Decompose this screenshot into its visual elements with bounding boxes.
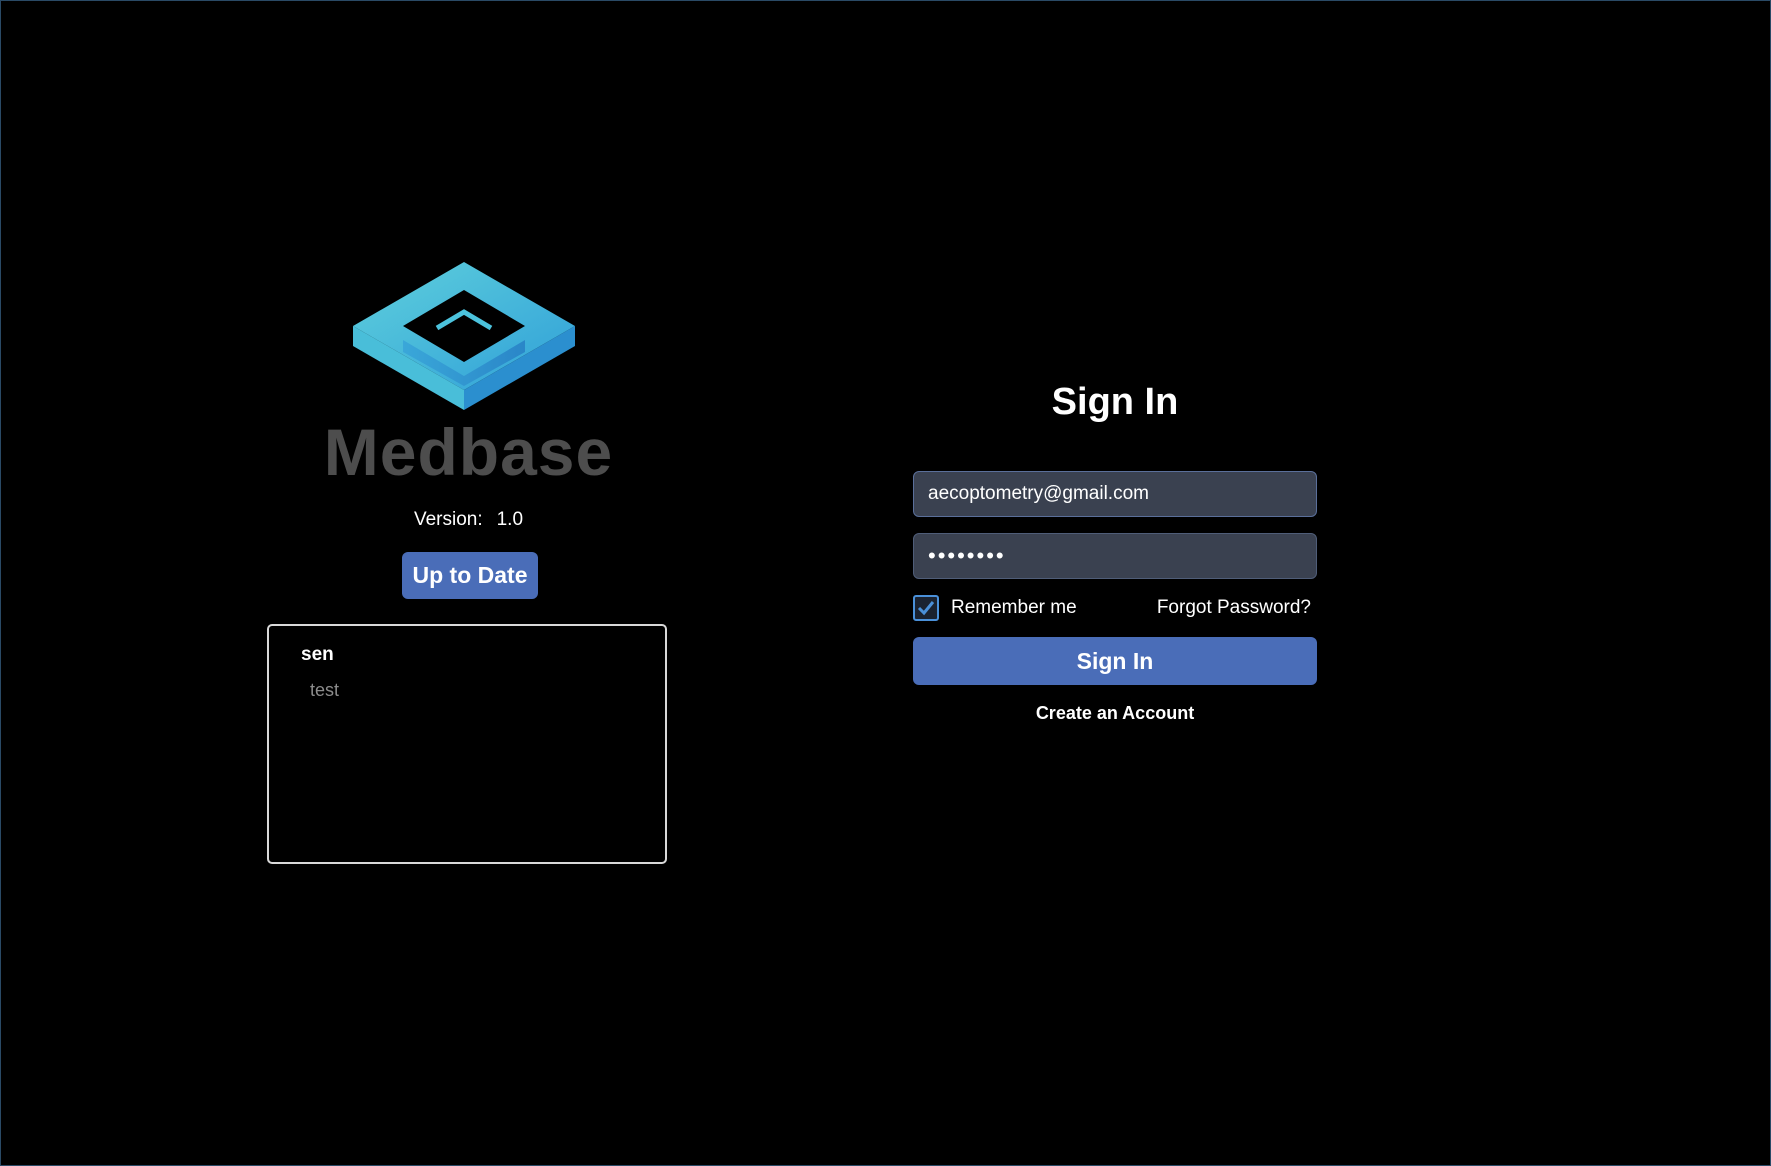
brand-name: Medbase [323,415,614,489]
remember-me-checkbox[interactable] [913,595,939,621]
remember-me-row: Remember me [913,593,1077,623]
email-input[interactable] [913,471,1317,517]
create-account-link[interactable]: Create an Account [913,703,1317,724]
release-notes-body: test [310,680,340,700]
update-status-button[interactable]: Up to Date [402,552,538,599]
password-input[interactable] [913,533,1317,579]
signin-panel: Sign In Remember me Forgot Password? Sig… [913,381,1317,731]
version-label: Version: [413,509,483,530]
app-window: Medbase Version: 1.0 Up to Date sen test … [0,0,1771,1166]
checkmark-icon [917,601,935,616]
app-info-panel: Medbase Version: 1.0 Up to Date sen test [231,256,706,876]
forgot-password-link[interactable]: Forgot Password? [1157,597,1311,619]
remember-me-label[interactable]: Remember me [951,597,1077,619]
release-notes-box[interactable]: sen test [267,624,667,864]
release-notes-title: sen [301,644,334,665]
version-value: 1.0 [496,509,524,530]
signin-button[interactable]: Sign In [913,637,1317,685]
medbase-logo-icon [351,260,577,418]
signin-title: Sign In [1051,381,1179,423]
version-info: Version: 1.0 [231,509,706,531]
